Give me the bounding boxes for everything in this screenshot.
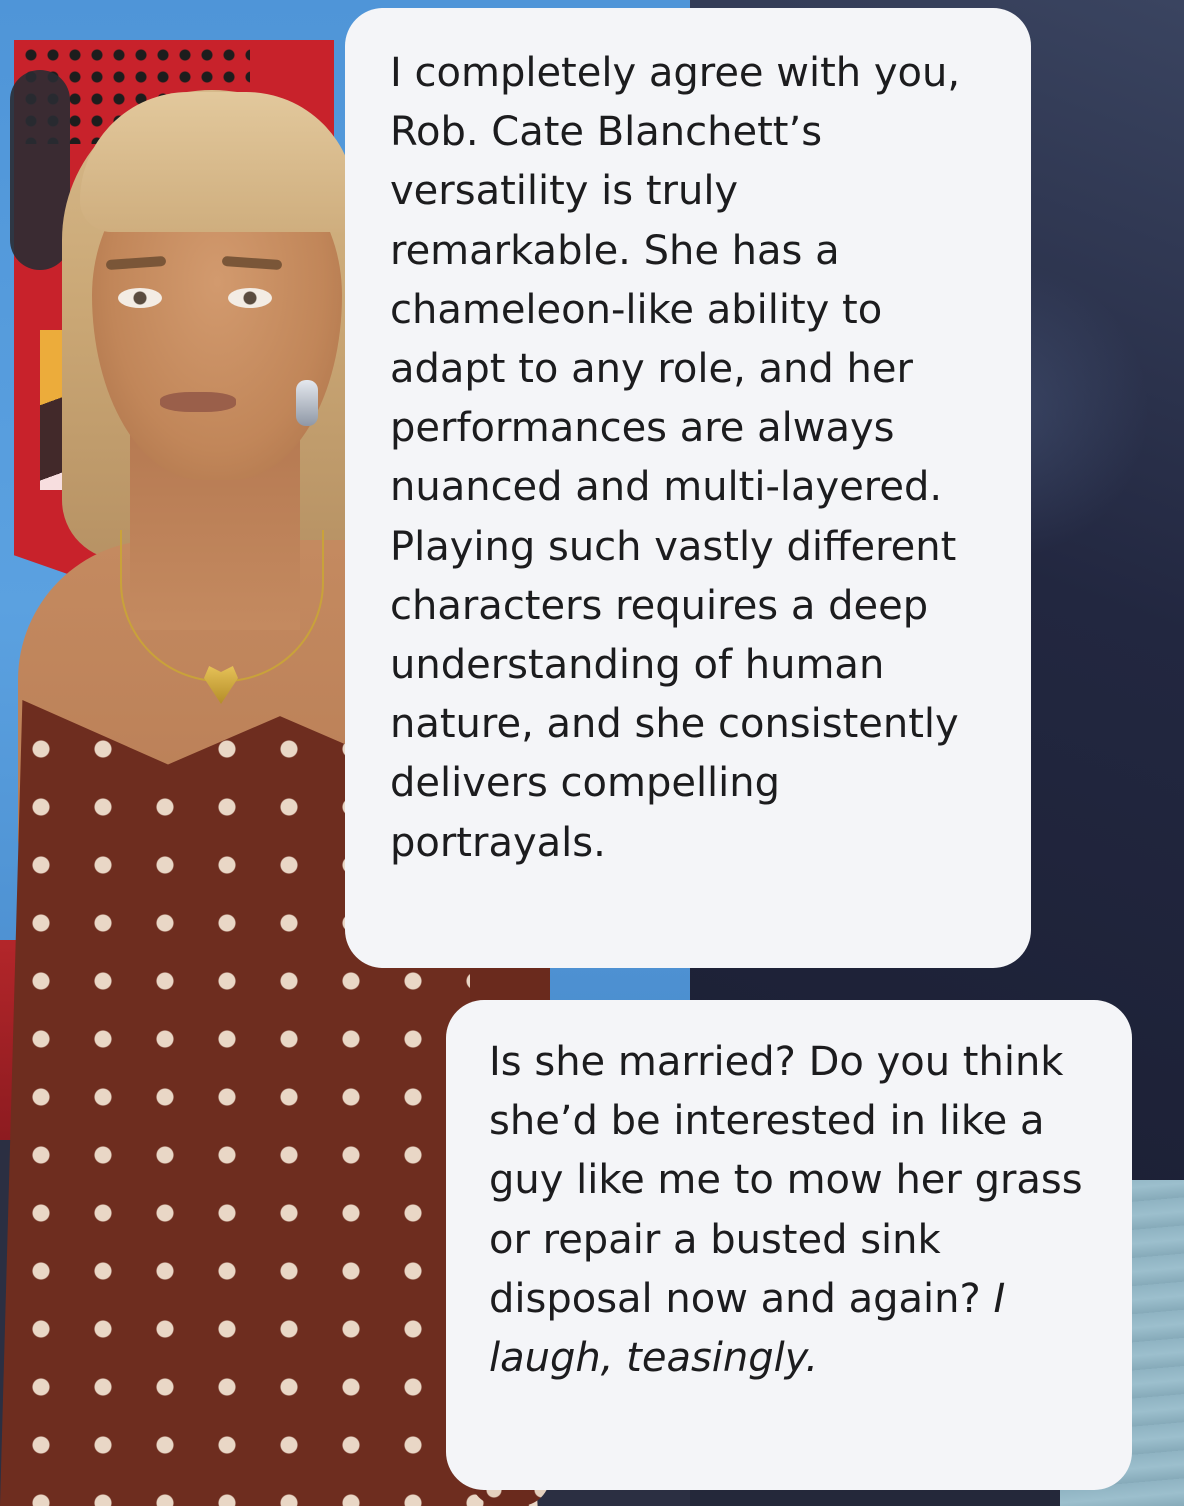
ai-message-text: I completely agree with you, Rob. Cate B…	[390, 50, 961, 866]
avatar-hair-top	[80, 92, 355, 232]
user-message-bubble[interactable]: Is she married? Do you think she’d be in…	[446, 1000, 1132, 1490]
avatar-right-eye	[228, 288, 272, 308]
ai-message-bubble[interactable]: I completely agree with you, Rob. Cate B…	[345, 8, 1031, 968]
avatar-left-eye	[118, 288, 162, 308]
avatar-earring	[296, 380, 318, 426]
avatar-lips	[160, 392, 236, 412]
